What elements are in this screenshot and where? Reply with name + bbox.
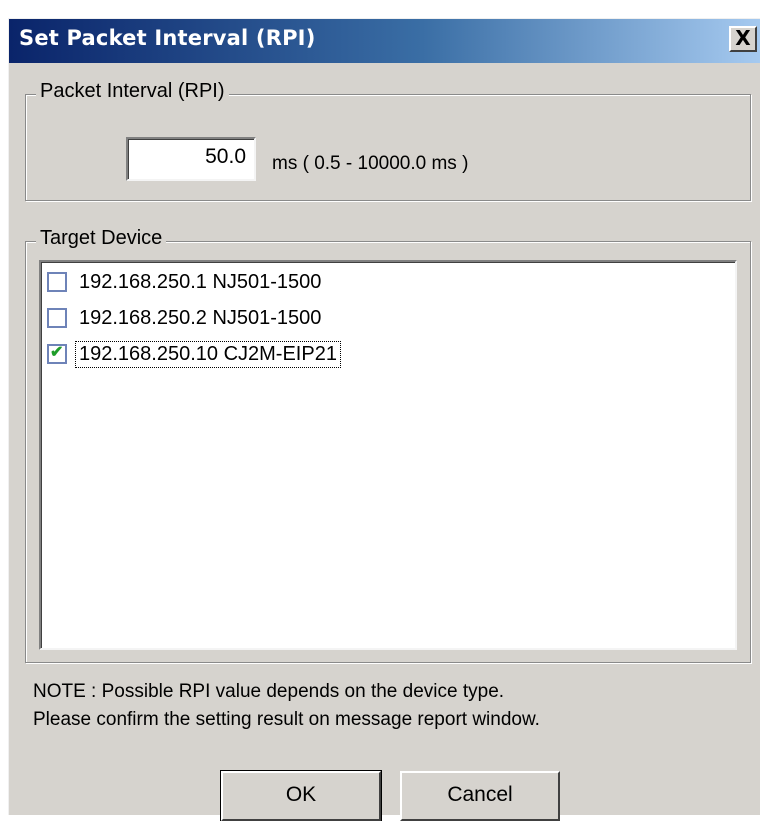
device-checkbox[interactable] <box>47 272 67 292</box>
cancel-button[interactable]: Cancel <box>400 771 560 821</box>
close-icon: X <box>735 26 751 50</box>
note-line-2: Please confirm the setting result on mes… <box>33 709 540 730</box>
list-item[interactable]: 192.168.250.1 NJ501-1500 <box>47 266 325 298</box>
target-device-group: Target Device 192.168.250.1 NJ501-1500 1… <box>25 227 751 663</box>
target-device-legend: Target Device <box>36 227 167 250</box>
device-checkbox[interactable]: ✔ <box>47 344 67 364</box>
target-device-list[interactable]: 192.168.250.1 NJ501-1500 192.168.250.2 N… <box>39 260 737 650</box>
device-checkbox[interactable] <box>47 308 67 328</box>
ok-button[interactable]: OK <box>220 770 382 821</box>
device-label: 192.168.250.10 CJ2M-EIP21 <box>75 340 341 368</box>
note-line-1: NOTE : Possible RPI value depends on the… <box>33 681 505 702</box>
device-label: 192.168.250.2 NJ501-1500 <box>79 306 322 329</box>
packet-interval-group: Packet Interval (RPI) 50.0 ms ( 0.5 - 10… <box>25 80 751 201</box>
set-packet-interval-dialog: Set Packet Interval (RPI) X Packet Inter… <box>8 18 760 821</box>
checkmark-icon: ✔ <box>50 344 64 361</box>
rpi-value-input[interactable]: 50.0 <box>126 137 256 181</box>
title-bar[interactable]: Set Packet Interval (RPI) X <box>9 19 760 63</box>
list-item[interactable]: ✔ 192.168.250.10 CJ2M-EIP21 <box>47 338 341 370</box>
dialog-title: Set Packet Interval (RPI) <box>19 26 316 50</box>
rpi-unit-range-label: ms ( 0.5 - 10000.0 ms ) <box>272 153 469 174</box>
device-label: 192.168.250.1 NJ501-1500 <box>79 270 322 293</box>
packet-interval-legend: Packet Interval (RPI) <box>36 80 229 103</box>
close-button[interactable]: X <box>729 26 757 52</box>
list-item[interactable]: 192.168.250.2 NJ501-1500 <box>47 302 325 334</box>
